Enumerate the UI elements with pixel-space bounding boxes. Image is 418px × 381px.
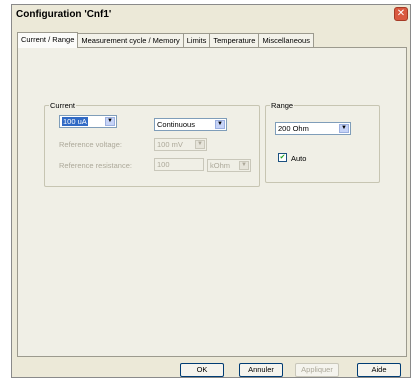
reference-voltage-value: 100 mV [157,140,183,149]
range-group-label: Range [271,101,294,110]
chevron-down-icon[interactable]: ▼ [195,140,205,149]
range-value: 200 Ohm [278,124,309,133]
range-group: Range [265,101,380,183]
configuration-dialog: Configuration 'Cnf1' ✕ Current / Range M… [11,4,411,378]
current-select[interactable]: 100 uA ▼ [59,115,117,128]
chevron-down-icon[interactable]: ▼ [215,120,225,129]
chevron-down-icon[interactable]: ▼ [105,117,115,126]
ok-button[interactable]: OK [180,363,224,377]
reference-resistance-value: 100 [157,160,170,169]
range-select[interactable]: 200 Ohm ▼ [275,122,351,135]
chevron-down-icon[interactable]: ▼ [339,124,349,133]
auto-label: Auto [291,154,307,163]
mode-select[interactable]: Continuous ▼ [154,118,227,131]
tab-panel: Current 100 uA ▼ Continuous ▼ Reference … [17,47,407,357]
tab-miscellaneous[interactable]: Miscellaneous [258,33,314,47]
apply-button[interactable]: Appliquer [295,363,339,377]
reference-resistance-unit: kOhm [210,161,231,170]
reference-resistance-label: Reference resistance: [59,161,132,170]
help-button[interactable]: Aide [357,363,401,377]
title-bar[interactable]: Configuration 'Cnf1' ✕ [12,5,410,25]
reference-voltage-label: Reference voltage: [59,140,122,149]
reference-resistance-unit-select[interactable]: kOhm ▼ [207,159,251,172]
cancel-button[interactable]: Annuler [239,363,283,377]
current-group-label: Current [50,101,76,110]
tab-limits[interactable]: Limits [182,33,211,47]
auto-checkbox[interactable]: ✔ [278,153,287,162]
tab-measurement-cycle-memory[interactable]: Measurement cycle / Memory [77,33,184,47]
chevron-down-icon[interactable]: ▼ [239,161,249,170]
reference-resistance-input[interactable]: 100 [154,158,204,171]
tab-bar: Current / Range Measurement cycle / Memo… [17,32,314,48]
tab-temperature[interactable]: Temperature [209,33,260,47]
tab-current-range[interactable]: Current / Range [17,32,79,48]
mode-value: Continuous [157,120,195,129]
current-value: 100 uA [62,117,88,126]
window-title: Configuration 'Cnf1' [16,9,112,20]
close-icon[interactable]: ✕ [394,7,408,21]
reference-voltage-select[interactable]: 100 mV ▼ [154,138,207,151]
